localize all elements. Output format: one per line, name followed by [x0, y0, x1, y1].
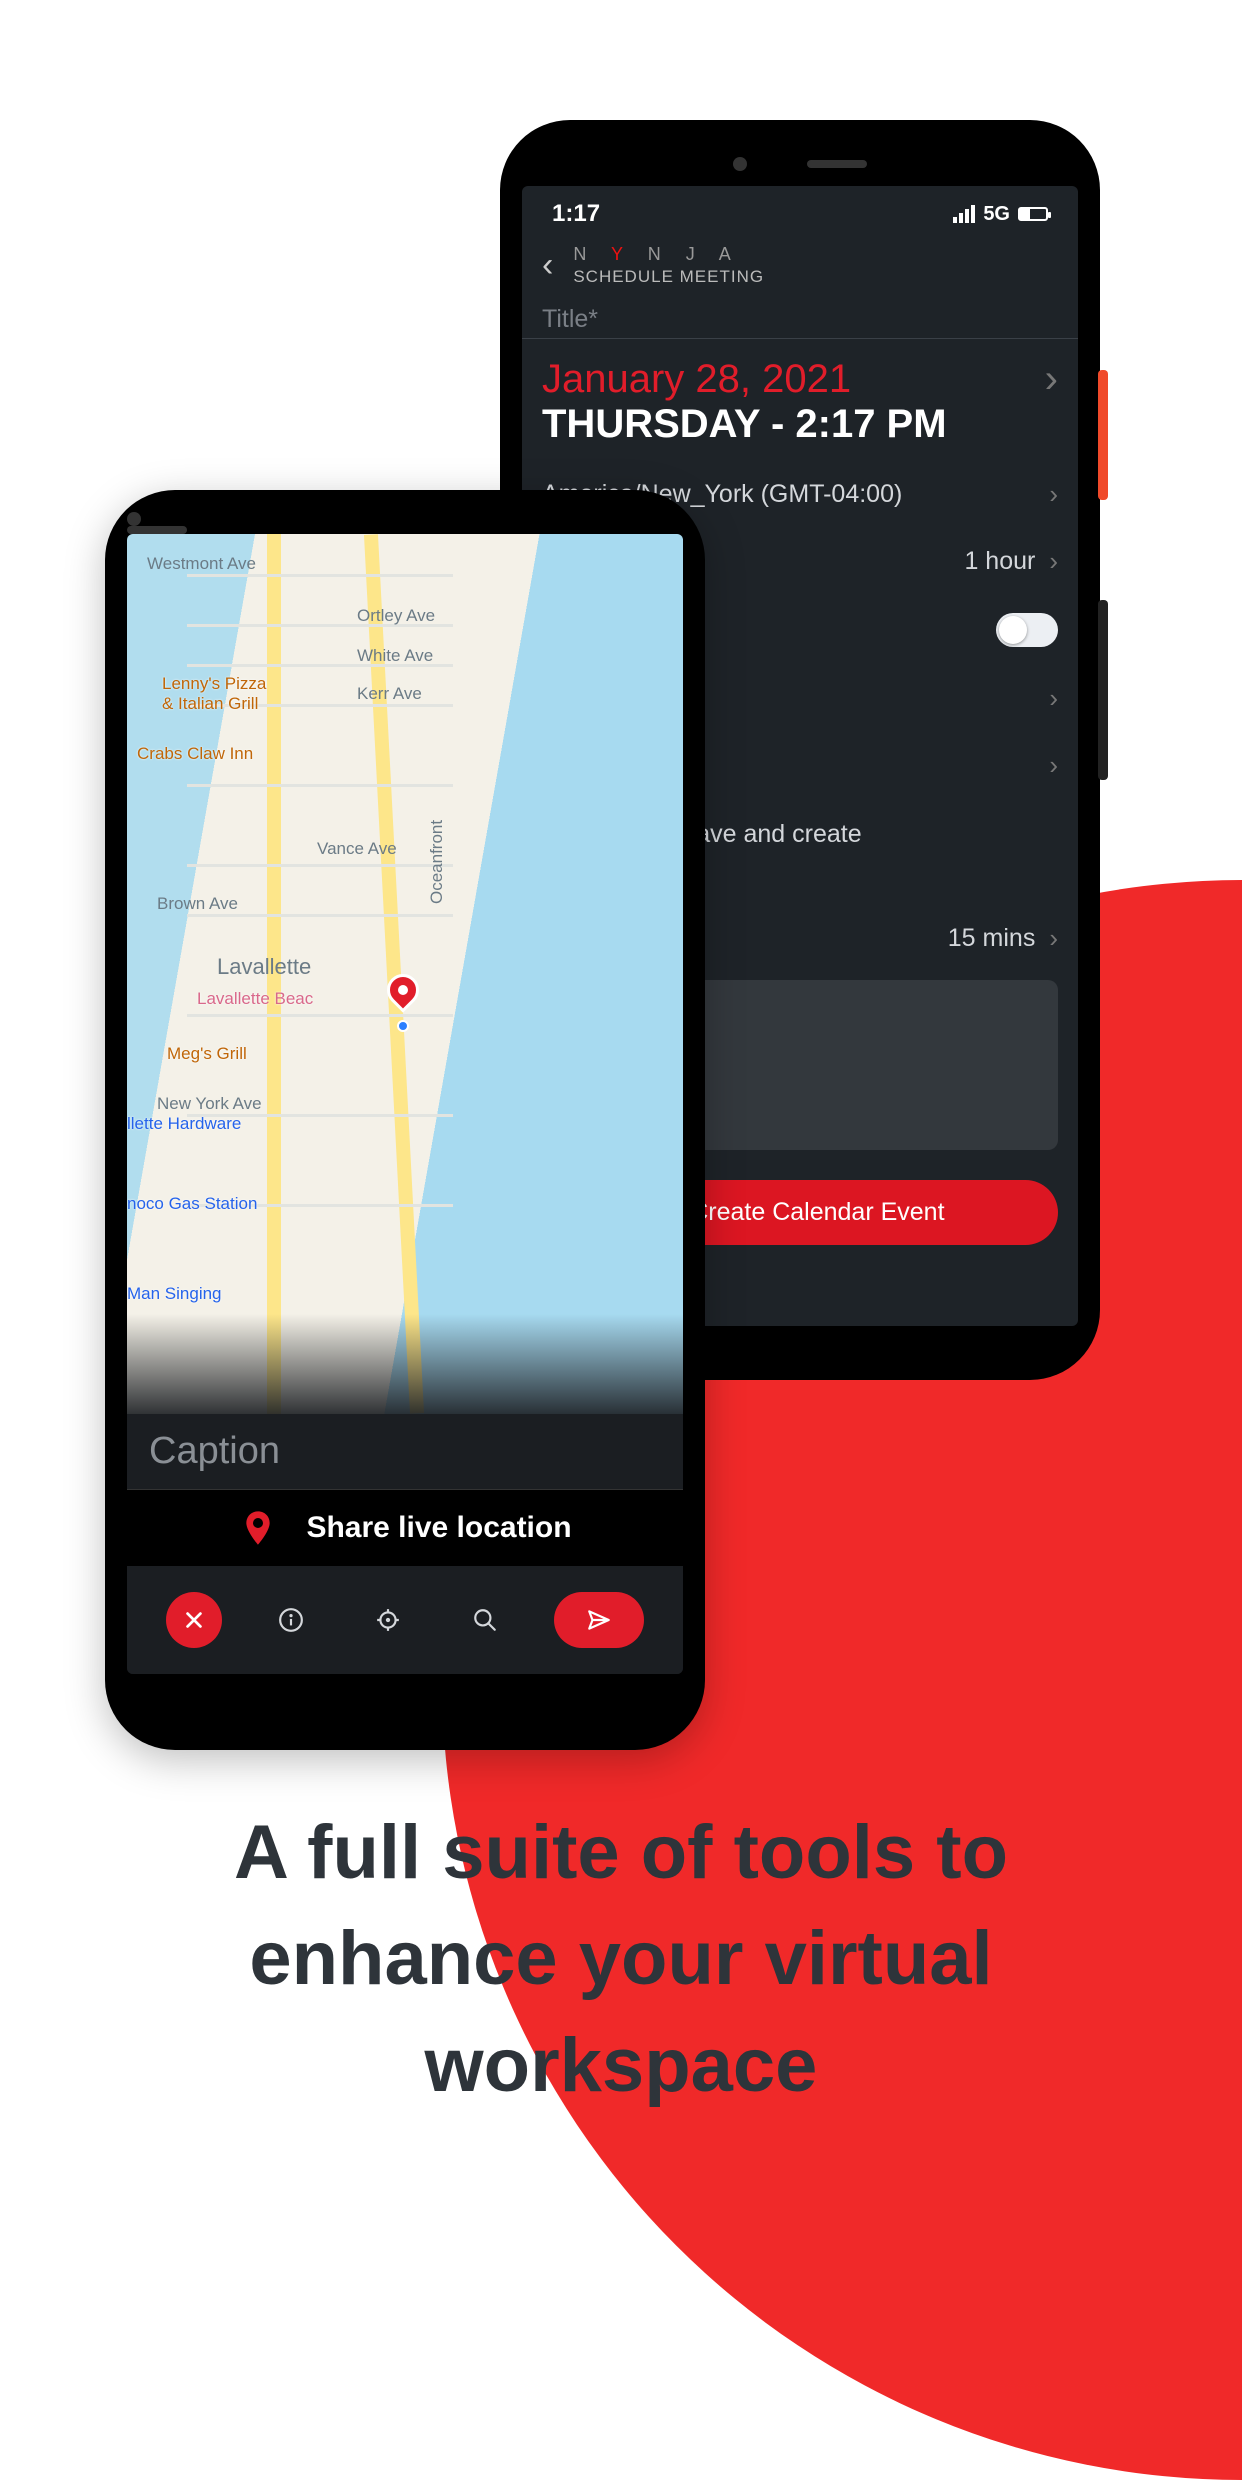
title-input[interactable]: Title* [522, 301, 1078, 339]
map-poi: Crabs Claw Inn [137, 744, 253, 764]
locate-button[interactable] [360, 1592, 416, 1648]
close-icon [183, 1609, 205, 1631]
street-label: Brown Ave [157, 894, 238, 914]
chevron-right-icon: › [1045, 357, 1058, 402]
chevron-right-icon: › [1049, 546, 1058, 577]
recurring-toggle[interactable] [996, 613, 1058, 647]
send-icon [586, 1607, 612, 1633]
battery-icon [1018, 207, 1048, 221]
marketing-headline: A full suite of tools to enhance your vi… [0, 1800, 1242, 2119]
volume-button-edge [1098, 600, 1108, 780]
phone-mockup-location: Westmont Ave Ortley Ave White Ave Kerr A… [105, 490, 705, 1750]
bottom-toolbar [127, 1566, 683, 1674]
daytime-value: THURSDAY - 2:17 PM [522, 402, 1078, 461]
caption-input[interactable]: Caption [127, 1414, 683, 1490]
status-time: 1:17 [552, 200, 600, 228]
reminder-value: 15 mins [948, 924, 1036, 953]
search-button[interactable] [457, 1592, 513, 1648]
speaker-slit [807, 160, 867, 168]
back-button[interactable]: ‹ [542, 246, 553, 285]
duration-value: 1 hour [964, 547, 1035, 576]
map-poi: Man Singing [127, 1284, 222, 1304]
map-poi: Lenny's Pizza& Italian Grill [162, 674, 266, 714]
info-button[interactable] [263, 1592, 319, 1648]
street-label: Ortley Ave [357, 606, 435, 626]
street-label: Westmont Ave [147, 554, 256, 574]
map-poi: llette Hardware [127, 1114, 241, 1134]
front-camera [127, 512, 141, 526]
street-label: White Ave [357, 646, 433, 666]
date-picker[interactable]: January 28, 2021 › [522, 339, 1078, 402]
share-label: Share live location [306, 1511, 571, 1545]
map-poi: Lavallette Beac [197, 989, 313, 1009]
street-label: New York Ave [157, 1094, 262, 1114]
street-label: Vance Ave [317, 839, 397, 859]
map-poi: noco Gas Station [127, 1194, 257, 1214]
screen-subtitle: SCHEDULE MEETING [573, 267, 764, 287]
share-live-location-button[interactable]: Share live location [127, 1490, 683, 1566]
network-label: 5G [983, 203, 1010, 226]
signal-icon [953, 205, 975, 223]
brand-wordmark: N Y N J A [573, 244, 764, 265]
power-button-edge [1098, 370, 1108, 500]
town-label: Lavallette [217, 954, 311, 980]
crosshair-icon [375, 1607, 401, 1633]
location-pin-icon [238, 1508, 278, 1548]
date-value: January 28, 2021 [542, 357, 851, 402]
street-label: Oceanfront [427, 820, 447, 904]
chevron-right-icon: › [1049, 479, 1058, 510]
map-view[interactable]: Westmont Ave Ortley Ave White Ave Kerr A… [127, 534, 683, 1414]
chevron-right-icon: › [1049, 683, 1058, 714]
map-poi: Meg's Grill [167, 1044, 247, 1064]
current-location-dot [397, 1020, 409, 1032]
status-bar: 1:17 5G [522, 186, 1078, 234]
street-label: Kerr Ave [357, 684, 422, 704]
header-title-block: N Y N J A SCHEDULE MEETING [573, 244, 764, 287]
send-button[interactable] [554, 1592, 644, 1648]
speaker-slit [127, 526, 187, 534]
front-camera [733, 157, 747, 171]
chevron-right-icon: › [1049, 750, 1058, 781]
info-icon [278, 1607, 304, 1633]
chevron-right-icon: › [1049, 923, 1058, 954]
close-button[interactable] [166, 1592, 222, 1648]
search-icon [472, 1607, 498, 1633]
